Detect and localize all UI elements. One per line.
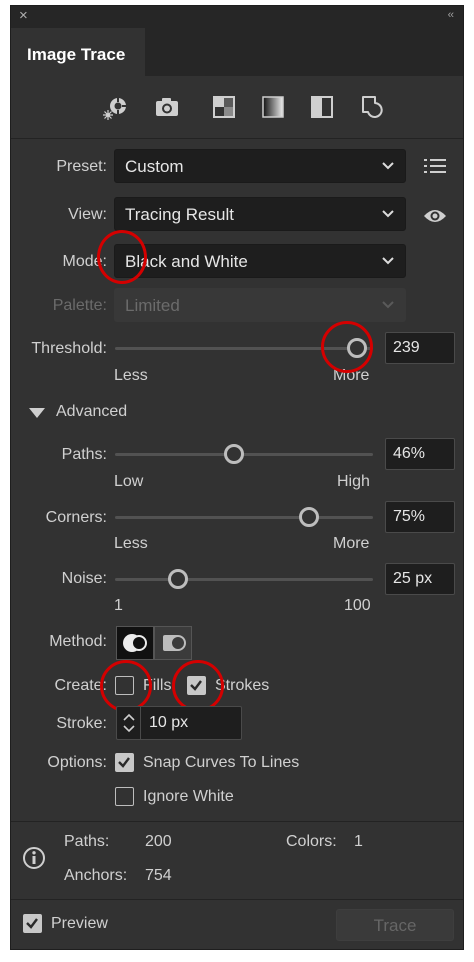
tab-bar: Image Trace bbox=[11, 28, 463, 76]
view-value: Tracing Result bbox=[125, 205, 234, 224]
auto-color-icon[interactable] bbox=[101, 91, 133, 123]
noise-min-label: 1 bbox=[114, 597, 123, 614]
panel-titlebar: × ‹‹ bbox=[11, 6, 463, 28]
chevron-down-icon bbox=[382, 301, 394, 309]
threshold-slider-track[interactable] bbox=[115, 347, 373, 350]
info-paths-label: Paths: bbox=[64, 833, 110, 850]
noise-label: Noise: bbox=[61, 570, 107, 587]
paths-slider-thumb[interactable] bbox=[223, 444, 244, 464]
mode-value: Black and White bbox=[125, 252, 248, 271]
ignore-white-label[interactable]: Ignore White bbox=[143, 788, 234, 806]
threshold-value-field[interactable]: 239 bbox=[385, 332, 455, 364]
checkmark-icon bbox=[118, 757, 130, 768]
snap-curves-label[interactable]: Snap Curves To Lines bbox=[143, 754, 299, 772]
tab-image-trace[interactable]: Image Trace bbox=[11, 28, 145, 76]
checkmark-icon bbox=[26, 918, 38, 929]
divider bbox=[11, 821, 463, 822]
advanced-toggle[interactable]: Advanced bbox=[56, 403, 127, 421]
collapse-panel-icon[interactable]: ‹‹ bbox=[448, 9, 454, 21]
divider bbox=[11, 138, 463, 139]
noise-max-label: 100 bbox=[344, 597, 371, 614]
threshold-min-label: Less bbox=[114, 367, 148, 384]
threshold-label: Threshold: bbox=[31, 340, 107, 357]
preset-icon-row bbox=[101, 91, 391, 127]
chevron-down-icon bbox=[382, 257, 394, 265]
overlapping-method-icon bbox=[163, 635, 186, 651]
abutting-method-icon bbox=[123, 634, 147, 652]
fills-checkbox[interactable] bbox=[115, 676, 134, 695]
corners-slider-track[interactable] bbox=[115, 516, 373, 519]
options-label: Options: bbox=[47, 754, 107, 771]
paths-min-label: Low bbox=[114, 473, 144, 490]
divider bbox=[11, 899, 463, 900]
paths-value-field[interactable]: 46% bbox=[385, 438, 455, 470]
low-color-icon[interactable] bbox=[208, 91, 240, 123]
fills-label[interactable]: Fills bbox=[143, 677, 171, 695]
mode-label: Mode: bbox=[62, 253, 107, 270]
corners-max-label: More bbox=[333, 535, 370, 552]
snap-curves-checkbox[interactable] bbox=[115, 753, 134, 772]
stepper-arrows-icon[interactable] bbox=[121, 711, 137, 735]
preset-dropdown[interactable]: Custom bbox=[114, 149, 406, 183]
info-icon bbox=[23, 847, 45, 869]
info-colors-value: 1 bbox=[354, 833, 363, 850]
noise-slider-track[interactable] bbox=[115, 578, 373, 581]
info-anchors-value: 754 bbox=[145, 867, 172, 884]
close-icon[interactable]: × bbox=[19, 7, 28, 24]
view-label: View: bbox=[68, 206, 107, 223]
preview-checkbox[interactable] bbox=[23, 914, 42, 933]
stroke-stepper[interactable]: 10 px bbox=[116, 706, 242, 740]
method-label: Method: bbox=[49, 633, 107, 650]
noise-value-field[interactable]: 25 px bbox=[385, 563, 455, 595]
info-paths-value: 200 bbox=[145, 833, 172, 850]
trace-button[interactable]: Trace bbox=[336, 909, 454, 941]
grayscale-icon[interactable] bbox=[257, 91, 289, 123]
info-anchors-label: Anchors: bbox=[64, 867, 128, 884]
palette-value: Limited bbox=[125, 296, 180, 315]
corners-min-label: Less bbox=[114, 535, 148, 552]
corners-label: Corners: bbox=[45, 509, 107, 526]
mode-dropdown[interactable]: Black and White bbox=[114, 244, 406, 278]
image-trace-panel: × ‹‹ Image Trace Preset: Custom View: Tr… bbox=[10, 5, 464, 950]
palette-dropdown: Limited bbox=[114, 288, 406, 322]
preset-value: Custom bbox=[125, 157, 184, 176]
checkmark-icon bbox=[190, 680, 202, 691]
paths-slider-track[interactable] bbox=[115, 453, 373, 456]
stroke-label: Stroke: bbox=[56, 715, 107, 732]
noise-slider-thumb[interactable] bbox=[167, 569, 188, 589]
ignore-white-checkbox[interactable] bbox=[115, 787, 134, 806]
create-label: Create: bbox=[54, 677, 107, 694]
preview-label[interactable]: Preview bbox=[51, 915, 108, 933]
threshold-max-label: More bbox=[333, 367, 370, 384]
method-abutting-button[interactable] bbox=[116, 626, 154, 660]
corners-value-field[interactable]: 75% bbox=[385, 501, 455, 533]
chevron-down-icon bbox=[382, 210, 394, 218]
preset-label: Preset: bbox=[56, 158, 107, 175]
method-overlapping-button[interactable] bbox=[154, 626, 192, 660]
paths-label: Paths: bbox=[61, 446, 107, 463]
strokes-checkbox[interactable] bbox=[187, 676, 206, 695]
info-colors-label: Colors: bbox=[286, 833, 337, 850]
chevron-down-icon bbox=[382, 162, 394, 170]
stepper-divider bbox=[140, 707, 141, 739]
palette-label: Palette: bbox=[52, 297, 107, 314]
high-color-photo-icon[interactable] bbox=[151, 91, 183, 123]
threshold-slider-thumb[interactable] bbox=[346, 338, 367, 358]
black-and-white-icon[interactable] bbox=[306, 91, 338, 123]
corners-slider-thumb[interactable] bbox=[298, 507, 319, 527]
outline-icon[interactable] bbox=[356, 91, 388, 123]
paths-max-label: High bbox=[337, 473, 370, 490]
disclosure-triangle-icon[interactable] bbox=[28, 407, 46, 419]
manage-presets-list-icon[interactable] bbox=[424, 157, 446, 175]
eye-icon[interactable] bbox=[423, 208, 447, 224]
strokes-label[interactable]: Strokes bbox=[215, 677, 269, 695]
stroke-value[interactable]: 10 px bbox=[149, 714, 188, 732]
view-dropdown[interactable]: Tracing Result bbox=[114, 197, 406, 231]
